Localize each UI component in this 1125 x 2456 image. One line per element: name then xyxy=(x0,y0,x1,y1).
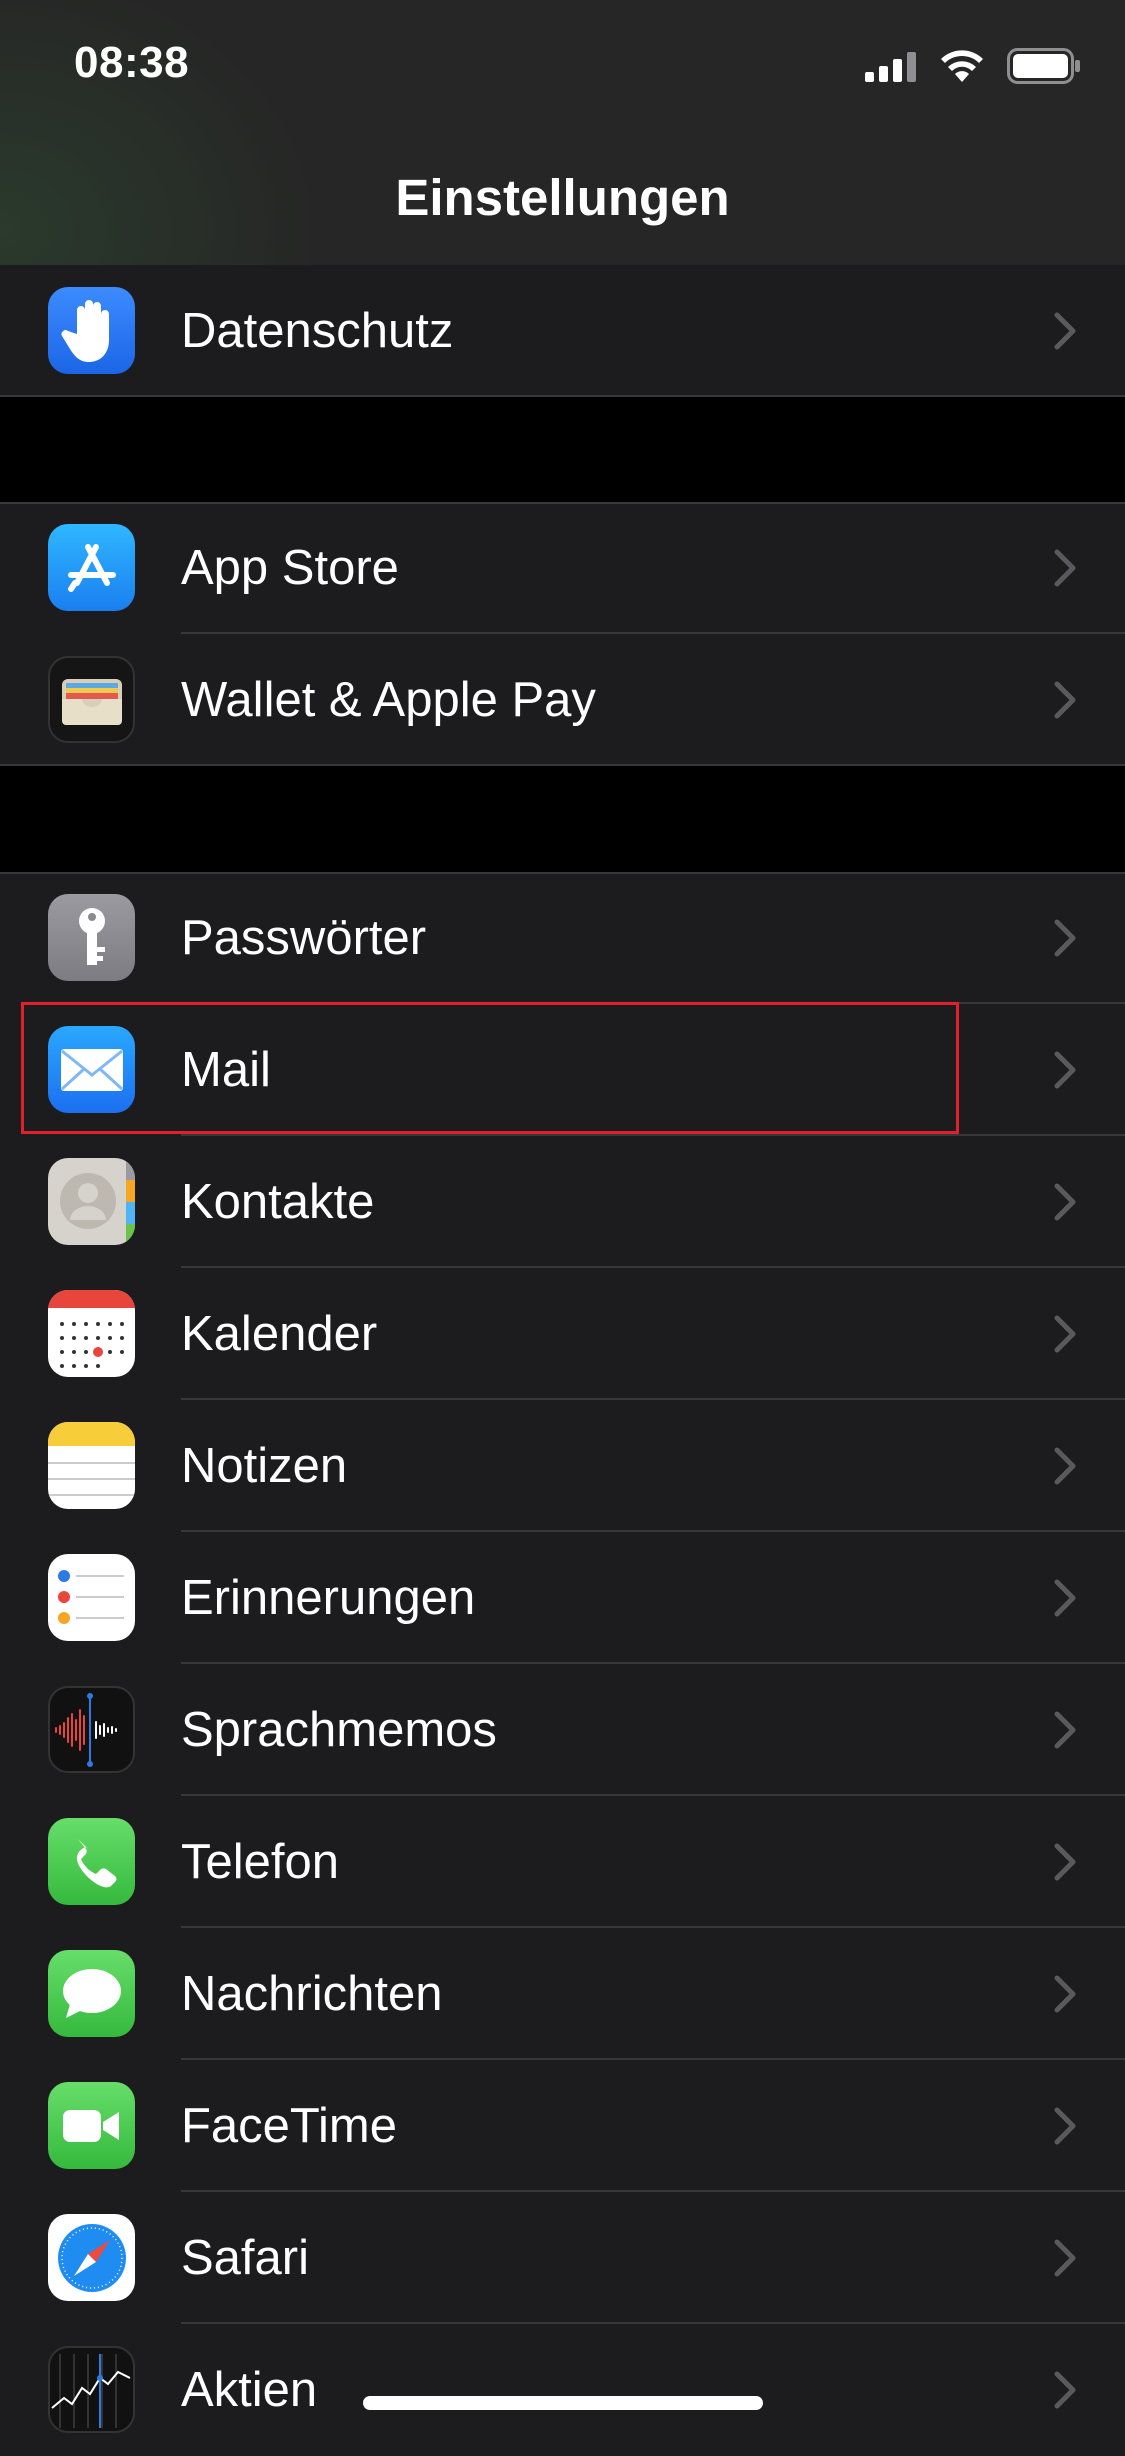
settings-row-label: Safari xyxy=(181,2231,310,2285)
settings-row-datenschutz[interactable]: Datenschutz xyxy=(0,265,1125,397)
wifi-icon xyxy=(941,50,983,82)
chevron-right-icon xyxy=(1054,1315,1076,1353)
key-icon xyxy=(48,894,135,981)
status-time: 08:38 xyxy=(74,38,190,87)
settings-row-label: FaceTime xyxy=(181,2099,398,2153)
chevron-right-icon xyxy=(1054,312,1076,350)
settings-row-stocks[interactable]: Aktien xyxy=(0,2324,1125,2456)
settings-row-voice-memos[interactable]: Sprachmemos xyxy=(0,1664,1125,1796)
notes-icon xyxy=(48,1422,135,1509)
settings-row-label: Telefon xyxy=(181,1835,340,1889)
wallet-icon xyxy=(48,656,135,743)
settings-row-label: Passwörter xyxy=(181,911,427,965)
settings-row-mail[interactable]: Mail xyxy=(0,1004,1125,1136)
settings-row-notes[interactable]: Notizen xyxy=(0,1400,1125,1532)
battery-icon xyxy=(1007,48,1080,84)
settings-group-store: App Store Wallet & Apple Pay xyxy=(0,502,1125,766)
chevron-right-icon xyxy=(1054,2239,1076,2277)
safari-icon xyxy=(48,2214,135,2301)
chevron-right-icon xyxy=(1054,1579,1076,1617)
divider xyxy=(0,395,1125,397)
chevron-right-icon xyxy=(1054,1183,1076,1221)
chevron-right-icon xyxy=(1054,1051,1076,1089)
chevron-right-icon xyxy=(1054,549,1076,587)
settings-row-app-store[interactable]: App Store xyxy=(0,502,1125,634)
facetime-icon xyxy=(48,2082,135,2169)
phone-icon xyxy=(48,1818,135,1905)
chevron-right-icon xyxy=(1054,1447,1076,1485)
settings-row-phone[interactable]: Telefon xyxy=(0,1796,1125,1928)
settings-row-messages[interactable]: Nachrichten xyxy=(0,1928,1125,2060)
calendar-icon xyxy=(48,1290,135,1377)
navigation-header: 08:38 Einstellungen xyxy=(0,0,1125,267)
contacts-icon xyxy=(48,1158,135,1245)
settings-row-passwords[interactable]: Passwörter xyxy=(0,872,1125,1004)
settings-row-label: Notizen xyxy=(181,1439,348,1493)
chevron-right-icon xyxy=(1054,2107,1076,2145)
settings-row-label: Aktien xyxy=(181,2363,318,2417)
page-title: Einstellungen xyxy=(395,169,730,226)
settings-row-facetime[interactable]: FaceTime xyxy=(0,2060,1125,2192)
settings-row-contacts[interactable]: Kontakte xyxy=(0,1136,1125,1268)
voice-memos-icon xyxy=(48,1686,135,1773)
status-icons xyxy=(865,48,1081,84)
settings-row-label: Wallet & Apple Pay xyxy=(181,673,596,727)
home-indicator[interactable] xyxy=(363,2396,763,2410)
settings-row-safari[interactable]: Safari xyxy=(0,2192,1125,2324)
settings-row-label: Nachrichten xyxy=(181,1967,443,2021)
settings-group-apps: Passwörter Mail Kontakte Kalender Notize… xyxy=(0,872,1125,2456)
cellular-signal-icon xyxy=(865,52,916,82)
settings-row-wallet[interactable]: Wallet & Apple Pay xyxy=(0,634,1125,766)
settings-row-label: Kalender xyxy=(181,1307,378,1361)
app-store-icon xyxy=(48,524,135,611)
hand-raised-icon xyxy=(48,287,135,374)
settings-row-label: Erinnerungen xyxy=(181,1571,476,1625)
chevron-right-icon xyxy=(1054,1711,1076,1749)
chevron-right-icon xyxy=(1054,919,1076,957)
settings-row-label: Sprachmemos xyxy=(181,1703,497,1757)
messages-icon xyxy=(48,1950,135,2037)
settings-group-privacy: Datenschutz xyxy=(0,265,1125,397)
divider xyxy=(0,764,1125,766)
settings-row-label: Kontakte xyxy=(181,1175,375,1229)
settings-row-label: Mail xyxy=(181,1043,271,1097)
chevron-right-icon xyxy=(1054,1843,1076,1881)
stocks-icon xyxy=(48,2346,135,2433)
settings-row-label: App Store xyxy=(181,541,399,595)
envelope-icon xyxy=(48,1026,135,1113)
chevron-right-icon xyxy=(1054,681,1076,719)
settings-row-label: Datenschutz xyxy=(181,304,454,358)
reminders-icon xyxy=(48,1554,135,1641)
settings-row-reminders[interactable]: Erinnerungen xyxy=(0,1532,1125,1664)
chevron-right-icon xyxy=(1054,2371,1076,2409)
settings-row-calendar[interactable]: Kalender xyxy=(0,1268,1125,1400)
chevron-right-icon xyxy=(1054,1975,1076,2013)
